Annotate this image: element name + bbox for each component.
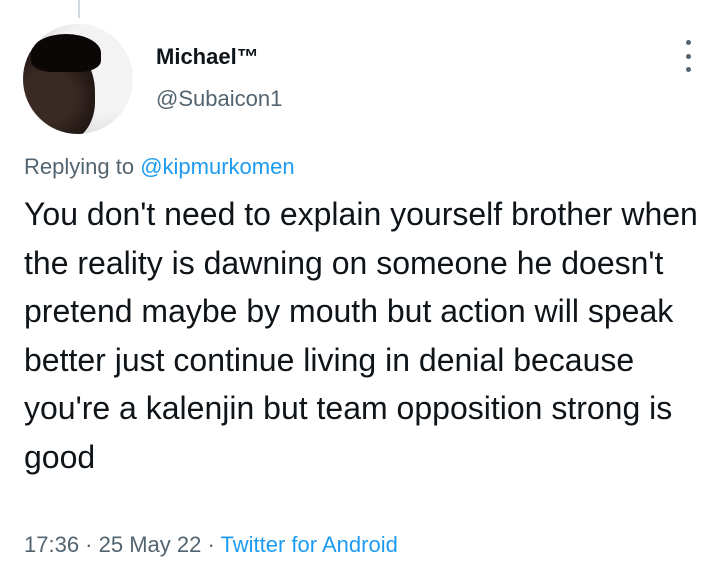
- more-dot: [685, 67, 691, 72]
- tweet-time[interactable]: 17:36: [24, 532, 79, 557]
- more-options-icon[interactable]: [680, 40, 696, 72]
- replying-to: Replying to @kipmurkomen: [24, 154, 295, 180]
- thread-connector-line: [78, 0, 80, 18]
- more-dot: [685, 53, 691, 59]
- tweet-text: You don't need to explain yourself broth…: [24, 196, 698, 475]
- tweet-source-link[interactable]: Twitter for Android: [221, 532, 398, 557]
- meta-separator: ·: [201, 532, 221, 557]
- meta-separator: ·: [79, 532, 99, 557]
- tweet-meta: 17:36 · 25 May 22 · Twitter for Android: [24, 532, 398, 558]
- more-dot: [685, 40, 691, 45]
- user-handle[interactable]: @Subaicon1: [156, 86, 282, 112]
- display-name[interactable]: Michael™: [156, 44, 259, 70]
- avatar[interactable]: [23, 24, 133, 134]
- replying-prefix: Replying to: [24, 154, 141, 179]
- reply-mention-link[interactable]: @kipmurkomen: [140, 154, 294, 179]
- tweet-date[interactable]: 25 May 22: [99, 532, 202, 557]
- avatar-hair: [31, 34, 101, 72]
